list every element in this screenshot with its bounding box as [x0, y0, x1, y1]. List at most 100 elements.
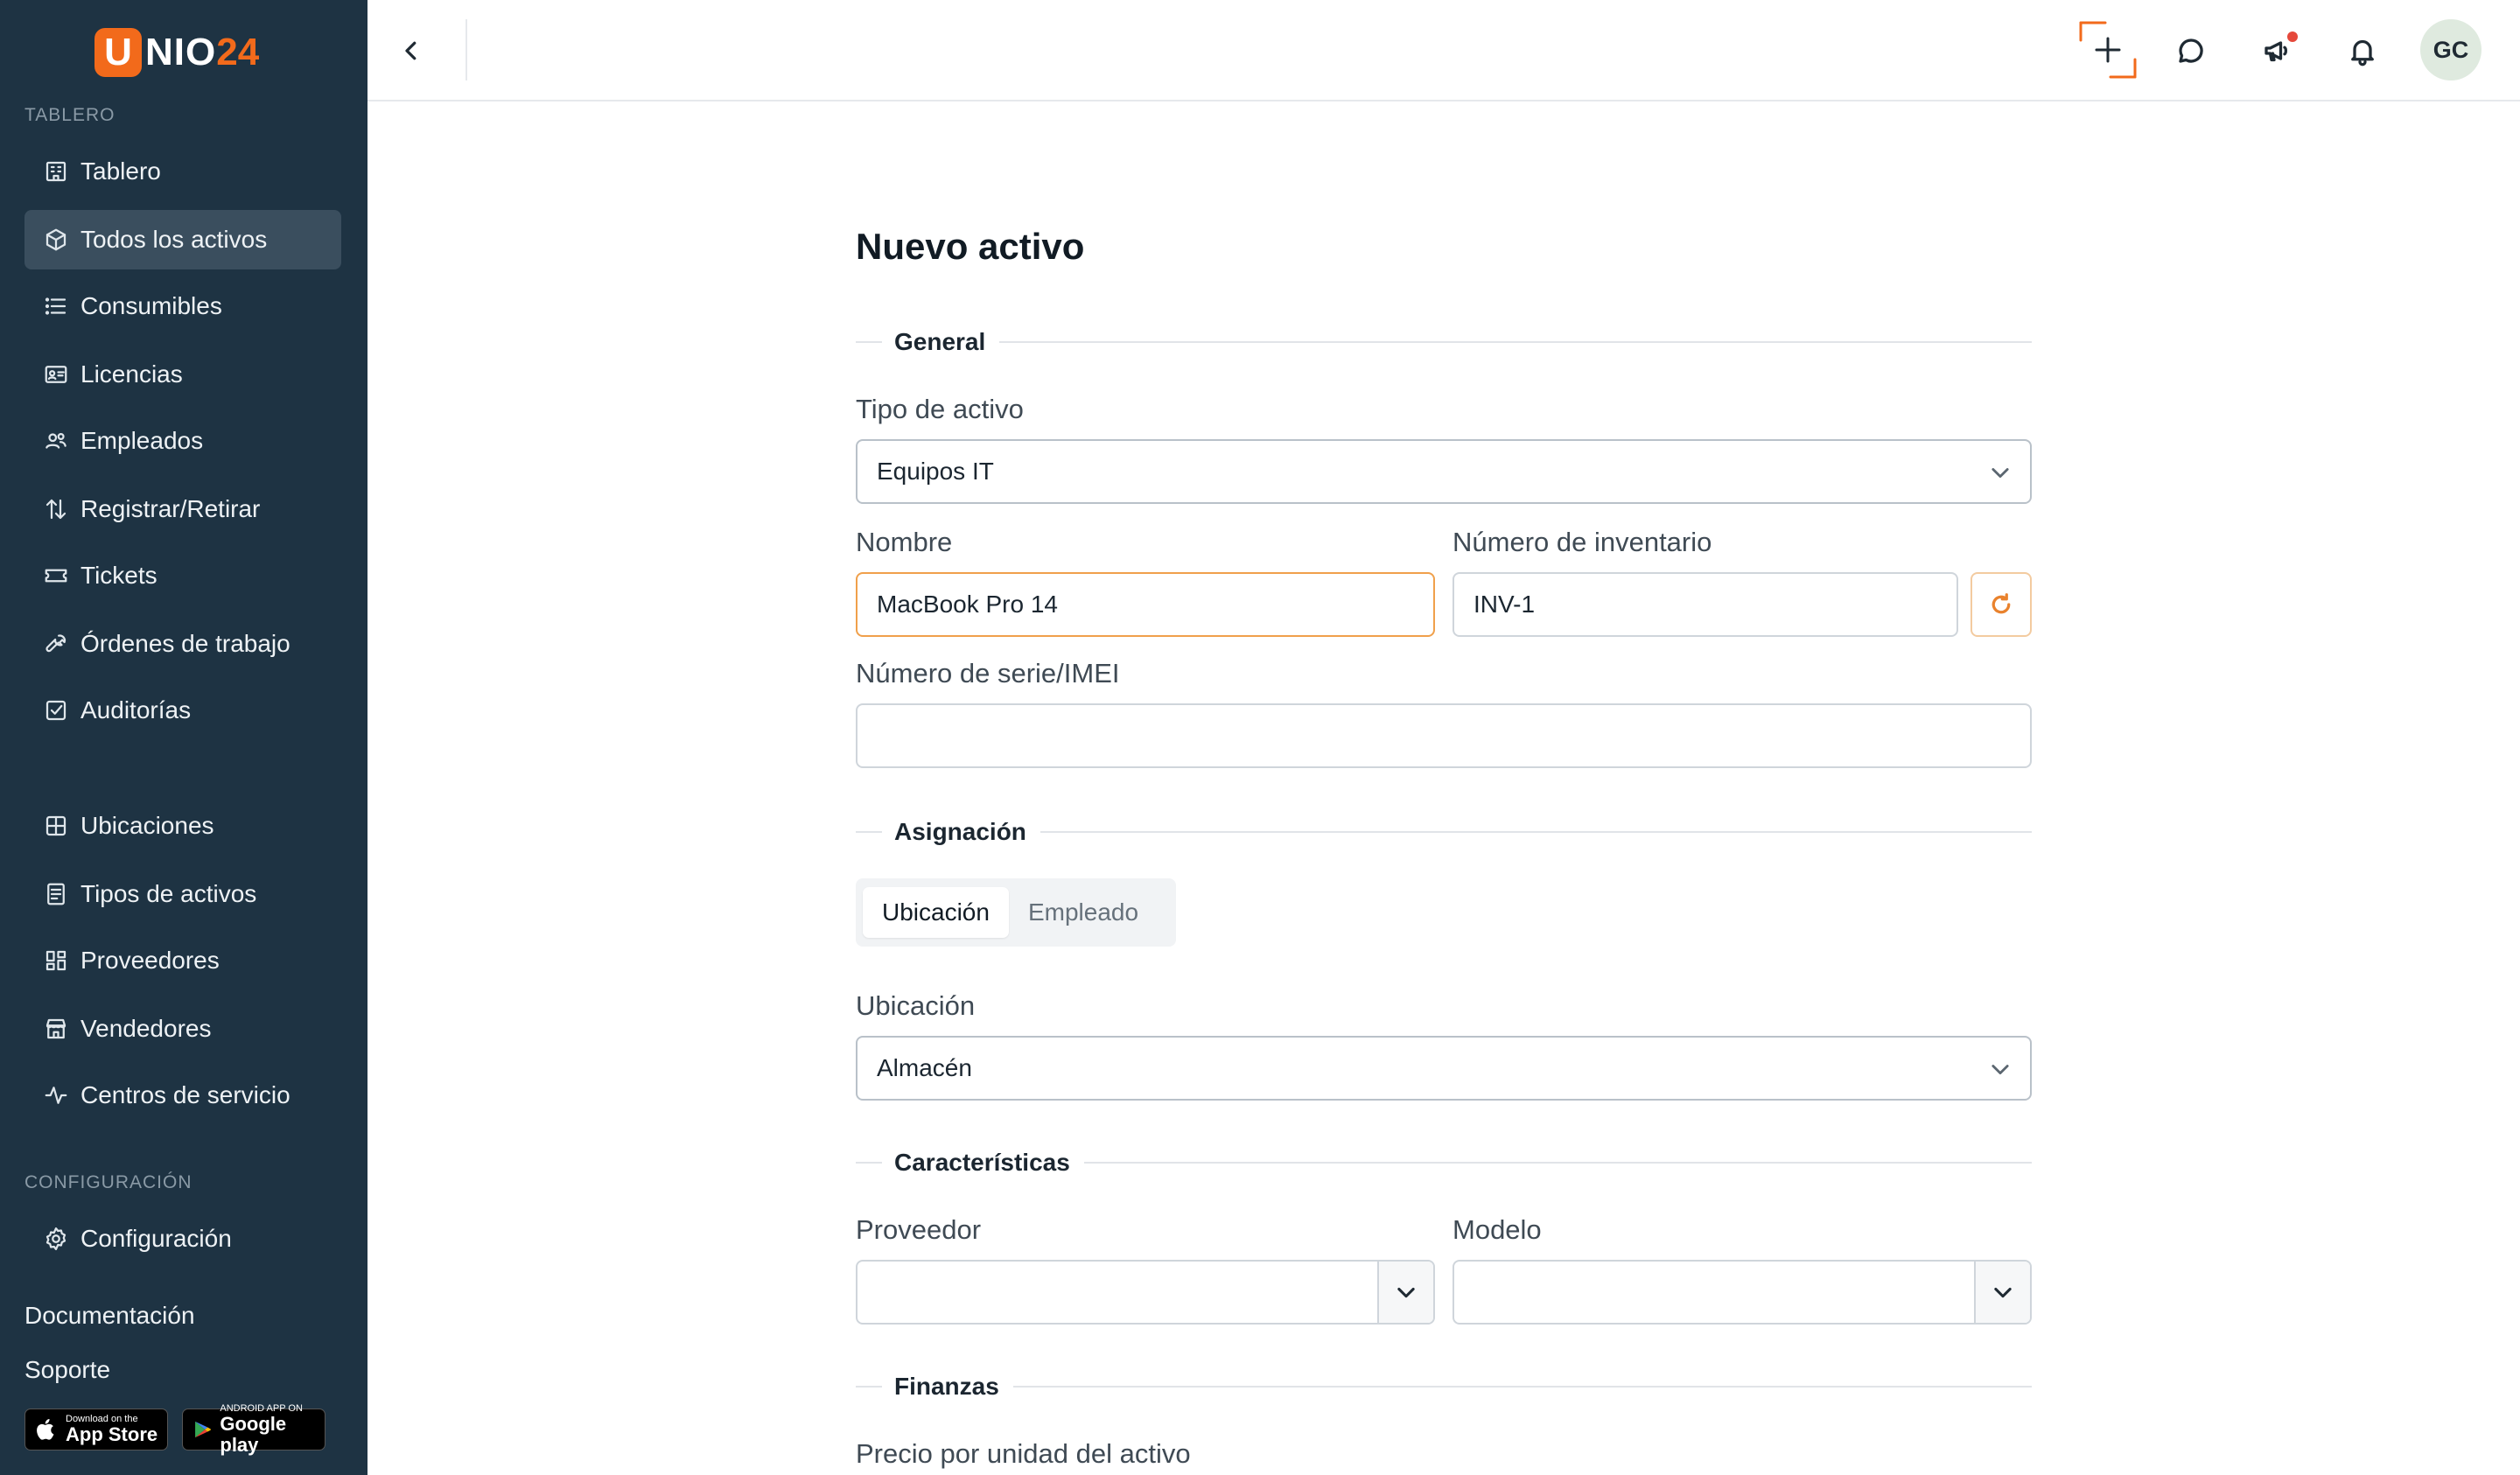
back-button[interactable]: [385, 24, 438, 77]
app-store-big-text: App Store: [66, 1423, 158, 1445]
asset-type-value: Equipos IT: [877, 458, 994, 485]
tab-empleado[interactable]: Empleado: [1009, 887, 1158, 938]
sidebar-item-licencias[interactable]: Licencias: [24, 345, 341, 404]
section-finance: Finanzas: [856, 1372, 2032, 1402]
model-dropdown-button[interactable]: [1974, 1262, 2030, 1323]
documentation-link[interactable]: Documentación: [24, 1302, 195, 1330]
sidebar-item-tipos-de-activos[interactable]: Tipos de activos: [24, 864, 341, 924]
unit-price-label: Precio por unidad del activo: [856, 1438, 1191, 1469]
notifications-button[interactable]: [2336, 24, 2389, 77]
activity-icon: [42, 1081, 70, 1109]
sidebar-item-label: Centros de servicio: [80, 1081, 290, 1108]
grid-icon: [42, 812, 70, 840]
sidebar-item-ordenes-de-trabajo[interactable]: Órdenes de trabajo: [24, 614, 341, 674]
serial-input[interactable]: [856, 703, 2032, 768]
chat-button[interactable]: [2165, 24, 2217, 77]
sidebar-item-configuracion[interactable]: Configuración: [24, 1209, 341, 1269]
sidebar-item-label: Licencias: [80, 360, 183, 388]
sidebar-item-label: Registrar/Retirar: [80, 495, 261, 522]
asset-type-select[interactable]: Equipos IT: [856, 439, 2032, 504]
gear-icon: [42, 1225, 70, 1253]
section-features: Características: [856, 1148, 2032, 1178]
users-icon: [42, 427, 70, 455]
google-play-badge[interactable]: ANDROID APP ON Google play: [182, 1403, 326, 1456]
sidebar-item-label: Configuración: [80, 1225, 232, 1252]
chevron-down-icon: [1988, 460, 2012, 485]
sidebar-item-centros-de-servicio[interactable]: Centros de servicio: [24, 1066, 341, 1125]
sidebar-item-registrar-retirar[interactable]: Registrar/Retirar: [24, 479, 341, 539]
sidebar-item-label: Auditorías: [80, 696, 192, 724]
user-avatar[interactable]: GC: [2420, 19, 2482, 80]
bell-icon: [2351, 39, 2374, 66]
sidebar-item-label: Proveedores: [80, 947, 220, 974]
sidebar-item-consumibles[interactable]: Consumibles: [24, 276, 341, 336]
announcements-button[interactable]: [2250, 24, 2303, 77]
logo-text: NIO: [145, 31, 217, 73]
sidebar-section-config: CONFIGURACIÓN: [24, 1172, 192, 1192]
assignment-toggle: Ubicación Empleado: [856, 878, 1176, 947]
sidebar-item-label: Todos los activos: [80, 226, 268, 253]
section-general: General: [856, 327, 2032, 357]
inventory-number-input[interactable]: INV-1: [1452, 572, 1958, 637]
sidebar-section-dashboard: TABLERO: [24, 105, 116, 125]
regenerate-inventory-button[interactable]: [1970, 572, 2032, 637]
name-value: MacBook Pro 14: [877, 591, 1058, 618]
sidebar-item-empleados[interactable]: Empleados: [24, 411, 341, 471]
sidebar-item-label: Tickets: [80, 562, 158, 589]
sidebar-item-auditorias[interactable]: Auditorías: [24, 681, 341, 740]
ticket-icon: [42, 562, 70, 590]
supplier-dropdown-button[interactable]: [1377, 1262, 1433, 1323]
section-title: Características: [894, 1149, 1070, 1176]
sidebar-item-label: Vendedores: [80, 1015, 212, 1042]
checkbox-icon: [42, 696, 70, 724]
name-input[interactable]: MacBook Pro 14: [856, 572, 1435, 637]
app-logo[interactable]: U NIO 24: [94, 28, 259, 77]
plus-icon: [2079, 21, 2137, 79]
inventory-number-value: INV-1: [1474, 591, 1536, 618]
chevron-down-icon: [1988, 1057, 2012, 1081]
chevron-down-icon: [1994, 1287, 2012, 1298]
wrench-icon: [42, 630, 70, 658]
sidebar-item-todos-los-activos[interactable]: Todos los activos: [24, 210, 341, 269]
inventory-number-label: Número de inventario: [1452, 527, 1712, 557]
topbar: GC: [368, 0, 2520, 101]
model-combobox[interactable]: [1452, 1260, 2032, 1325]
google-play-icon: [195, 1421, 211, 1438]
section-title: Asignación: [894, 818, 1026, 845]
sidebar-item-ubicaciones[interactable]: Ubicaciones: [24, 796, 341, 856]
supplier-combobox[interactable]: [856, 1260, 1435, 1325]
apple-icon: [37, 1418, 54, 1440]
app-root: U NIO 24 TABLERO Tablero Todos los activ…: [0, 0, 2520, 1475]
chat-bubble-icon: [2179, 38, 2203, 63]
supplier-label: Proveedor: [856, 1214, 982, 1245]
name-label: Nombre: [856, 527, 953, 557]
app-store-badge[interactable]: Download on the App Store: [24, 1409, 168, 1451]
quick-add-button[interactable]: [2077, 19, 2138, 80]
location-value: Almacén: [877, 1054, 972, 1081]
tab-ubicacion[interactable]: Ubicación: [863, 887, 1009, 938]
sidebar-item-proveedores[interactable]: Proveedores: [24, 931, 341, 990]
logo-number: 24: [216, 31, 260, 73]
sidebar-item-label: Tablero: [80, 157, 161, 185]
sidebar-item-tablero[interactable]: Tablero: [24, 142, 341, 201]
sidebar-item-label: Ubicaciones: [80, 812, 214, 839]
support-link[interactable]: Soporte: [24, 1356, 110, 1384]
refresh-icon: [1992, 593, 2011, 614]
location-select[interactable]: Almacén: [856, 1036, 2032, 1101]
section-assignment: Asignación: [856, 817, 2032, 847]
section-title: Finanzas: [894, 1373, 999, 1400]
topbar-divider: [466, 19, 467, 80]
sidebar-item-tickets[interactable]: Tickets: [24, 546, 341, 605]
id-card-icon: [42, 360, 70, 388]
serial-label: Número de serie/IMEI: [856, 658, 1120, 689]
list-icon: [42, 292, 70, 320]
google-play-big-text: Google play: [220, 1413, 287, 1456]
sidebar-item-label: Consumibles: [80, 292, 222, 319]
sidebar-item-vendedores[interactable]: Vendedores: [24, 999, 341, 1059]
logo-mark: U: [94, 28, 142, 77]
notification-dot: [2287, 31, 2298, 42]
box-icon: [42, 226, 70, 254]
sidebar-item-label: Tipos de activos: [80, 880, 257, 907]
model-label: Modelo: [1452, 1214, 1542, 1245]
sidebar-item-label: Órdenes de trabajo: [80, 630, 290, 657]
